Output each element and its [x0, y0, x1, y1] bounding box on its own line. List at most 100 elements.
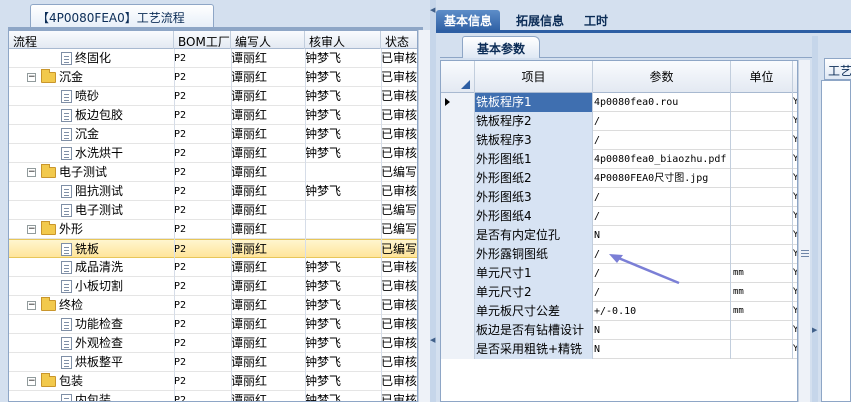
- collapse-icon[interactable]: −: [27, 377, 36, 386]
- param-row[interactable]: 铣板程序1 4p0080fea0.rou Y: [441, 93, 797, 112]
- bom-factory-cell: P2: [174, 129, 187, 140]
- row-selector[interactable]: [441, 169, 475, 188]
- column-header-unit[interactable]: 单位: [731, 61, 793, 93]
- param-value-cell[interactable]: /: [593, 188, 731, 207]
- row-selector[interactable]: [441, 112, 475, 131]
- row-selector[interactable]: [441, 93, 475, 112]
- param-value-cell[interactable]: 4P0080FEA0尺寸图.jpg: [593, 169, 731, 188]
- process-tree-row[interactable]: 小板切割 P2 谭丽红 钟梦飞 已审核: [9, 277, 417, 296]
- process-tree-row[interactable]: − 沉金 P2 谭丽红 钟梦飞 已审核: [9, 68, 417, 87]
- tab-process-extra[interactable]: 工艺_: [824, 58, 851, 80]
- process-tree-row[interactable]: 外观检查 P2 谭丽红 钟梦飞 已审核: [9, 334, 417, 353]
- collapse-icon[interactable]: −: [27, 73, 36, 82]
- bom-factory-cell: P2: [174, 110, 187, 121]
- column-header-writer[interactable]: 编写人: [231, 31, 305, 49]
- row-selector[interactable]: [441, 321, 475, 340]
- param-row[interactable]: 外形图纸2 4P0080FEA0尺寸图.jpg Y: [441, 169, 797, 188]
- process-name-cell: − 外形: [9, 220, 169, 239]
- param-row[interactable]: 是否采用粗铣+精铣 N Y: [441, 340, 797, 359]
- row-selector[interactable]: [441, 340, 475, 359]
- column-header-param[interactable]: 参数: [593, 61, 731, 93]
- param-value-cell[interactable]: 4p0080fea0.rou: [593, 93, 731, 112]
- row-selector[interactable]: [441, 264, 475, 283]
- process-tree-row[interactable]: 终固化 P2 谭丽红 钟梦飞 已审核: [9, 49, 417, 68]
- collapse-icon[interactable]: −: [27, 225, 36, 234]
- param-row[interactable]: 单元尺寸2/mm Y: [441, 283, 797, 302]
- param-value-cell[interactable]: /: [593, 264, 731, 283]
- process-tree-row[interactable]: 板边包胶 P2 谭丽红 钟梦飞 已审核: [9, 106, 417, 125]
- row-selector[interactable]: [441, 245, 475, 264]
- param-value-cell[interactable]: /: [593, 131, 731, 150]
- param-row[interactable]: 板边是否有钻槽设计 N Y: [441, 321, 797, 340]
- param-value-cell[interactable]: N: [593, 226, 731, 245]
- param-row[interactable]: 单元尺寸1/mm Y: [441, 264, 797, 283]
- folder-icon: [41, 164, 56, 178]
- process-flow-tab[interactable]: 【4P0080FEA0】工艺流程: [30, 4, 214, 28]
- column-header-reviewer[interactable]: 核审人: [305, 31, 381, 49]
- process-name-cell: − 沉金: [9, 68, 169, 87]
- row-selector[interactable]: [441, 188, 475, 207]
- column-header-item[interactable]: 项目: [475, 61, 593, 93]
- process-tree-row[interactable]: 阻抗测试 P2 谭丽红 钟梦飞 已审核: [9, 182, 417, 201]
- param-value-cell[interactable]: +/-0.10: [593, 302, 731, 321]
- process-tree-row[interactable]: − 终检 P2 谭丽红 钟梦飞 已审核: [9, 296, 417, 315]
- tab-basic-params[interactable]: 基本参数: [462, 36, 541, 58]
- param-item-cell: 板边是否有钻槽设计: [475, 321, 593, 340]
- param-value-cell[interactable]: N: [593, 340, 731, 359]
- status-cell: 已审核: [381, 260, 418, 274]
- status-cell: 已审核: [381, 127, 418, 141]
- param-row[interactable]: 是否有内定位孔 N Y: [441, 226, 797, 245]
- row-selector[interactable]: [441, 226, 475, 245]
- row-selector[interactable]: [441, 302, 475, 321]
- column-header-bom[interactable]: BOM工厂: [174, 31, 231, 49]
- param-value-cell[interactable]: /: [593, 283, 731, 302]
- process-tree-row[interactable]: 电子测试 P2 谭丽红 已编写: [9, 201, 417, 220]
- reviewer-cell: 钟梦飞: [305, 70, 342, 84]
- process-tree-row[interactable]: 烘板整平 P2 谭丽红 钟梦飞 已审核: [9, 353, 417, 372]
- column-header-status[interactable]: 状态: [381, 31, 417, 49]
- param-row[interactable]: 单元板尺寸公差 +/-0.10 mm Y: [441, 302, 797, 321]
- process-tree-row[interactable]: 喷砂 P2 谭丽红 钟梦飞 已审核: [9, 87, 417, 106]
- bom-factory-cell: P2: [174, 224, 187, 235]
- row-selector[interactable]: [441, 150, 475, 169]
- tab-basic-info[interactable]: 基本信息: [436, 10, 501, 32]
- collapse-icon[interactable]: −: [27, 301, 36, 310]
- row-selector[interactable]: [441, 131, 475, 150]
- collapse-icon[interactable]: −: [27, 168, 36, 177]
- param-value-cell[interactable]: /: [593, 207, 731, 226]
- param-row[interactable]: 铣板程序2/Y: [441, 112, 797, 131]
- process-tree-row[interactable]: 内包装 P2 谭丽红 钟梦飞 已审核: [9, 391, 417, 401]
- process-name: 电子测试: [59, 165, 108, 179]
- param-row[interactable]: 外形图纸3/Y: [441, 188, 797, 207]
- param-value-cell[interactable]: 4p0080fea0_biaozhu.pdf: [593, 150, 731, 169]
- param-row[interactable]: 外形图纸1 4p0080fea0_biaozhu.pdf Y: [441, 150, 797, 169]
- process-name: 外形: [59, 222, 84, 236]
- process-name-cell: 铣板: [9, 240, 169, 259]
- param-row[interactable]: 外形图纸4/Y: [441, 207, 797, 226]
- row-selector-header[interactable]: [441, 61, 475, 93]
- param-unit-cell: [731, 207, 793, 226]
- process-tree-row[interactable]: 功能检查 P2 谭丽红 钟梦飞 已审核: [9, 315, 417, 334]
- process-tree-row[interactable]: 成品清洗 P2 谭丽红 钟梦飞 已审核: [9, 258, 418, 277]
- process-tree-row[interactable]: − 电子测试 P2 谭丽红 已编写: [9, 163, 417, 182]
- process-tree-row[interactable]: − 外形 P2 谭丽红 已编写: [9, 220, 417, 239]
- param-value-cell[interactable]: /: [593, 245, 731, 264]
- process-tree-row[interactable]: − 包装 P2 谭丽红 钟梦飞 已审核: [9, 372, 417, 391]
- row-selector[interactable]: [441, 207, 475, 226]
- process-tree-row[interactable]: 铣板 P2 谭丽红 已编写: [9, 239, 417, 259]
- tab-extended-info[interactable]: 拓展信息: [508, 10, 572, 32]
- tab-work-hours[interactable]: 工时: [576, 10, 616, 32]
- panel-splitter[interactable]: ◀ ◀: [430, 0, 436, 402]
- row-selector[interactable]: [441, 283, 475, 302]
- process-tree-row[interactable]: 沉金 P2 谭丽红 钟梦飞 已审核: [9, 125, 418, 144]
- param-row[interactable]: 铣板程序3/Y: [441, 131, 797, 150]
- column-header-flow[interactable]: 流程: [9, 31, 174, 49]
- param-row[interactable]: 外形露铜图纸 / Y: [441, 245, 797, 264]
- param-item-cell: 铣板程序1: [475, 93, 593, 112]
- left-scrollbar[interactable]: [418, 30, 430, 402]
- param-value-cell[interactable]: N: [593, 321, 731, 340]
- process-tree-row[interactable]: 水洗烘干 P2 谭丽红 钟梦飞 已审核: [9, 144, 417, 163]
- splitter-arrow-icon: ◀: [430, 336, 436, 344]
- param-value-cell[interactable]: /: [593, 112, 731, 131]
- right-scrollbar[interactable]: [798, 60, 810, 402]
